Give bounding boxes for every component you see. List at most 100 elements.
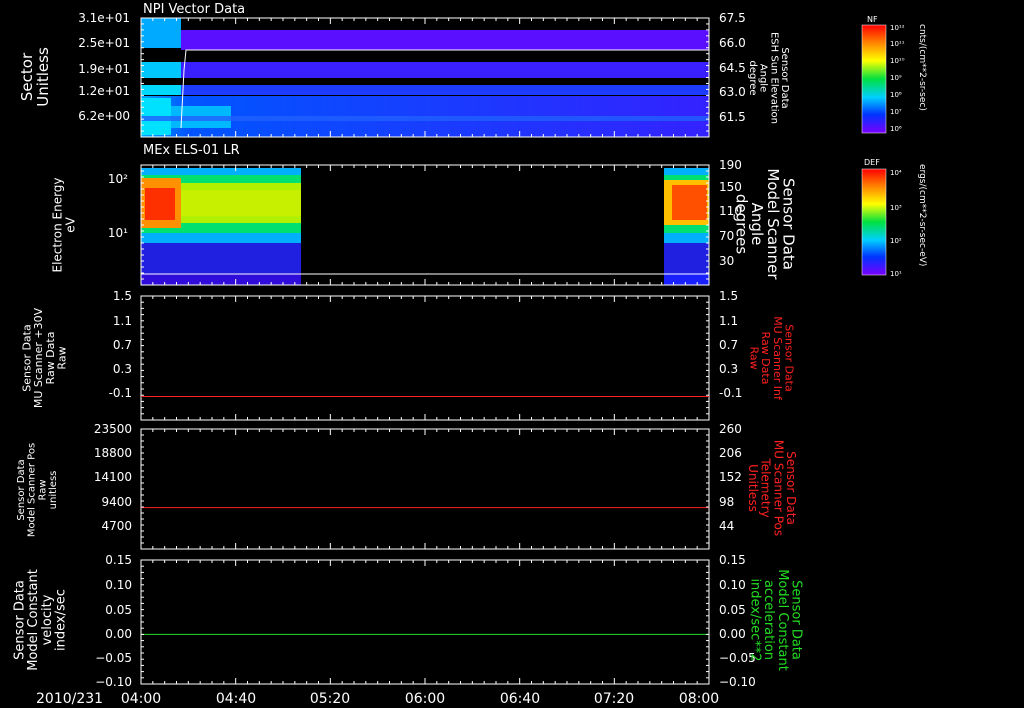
panel-scanner-pos: 23500 18800 14100 9400 4700 260 206 152 … — [16, 422, 798, 550]
axis-label-text: Sensor DataESH Sun ElevationAngledegree — [747, 32, 790, 124]
y-tick: 4700 — [101, 519, 132, 533]
y2-tick: 63.0 — [719, 85, 746, 99]
axis-label-line: ESH Sun Elevation — [768, 32, 779, 124]
y2-tick: 66.0 — [719, 36, 746, 50]
colorbar-ticks: 10⁴ 10³ 10² 10¹ — [890, 169, 902, 278]
colorbar-nf: NF 10¹² 10¹¹ 10¹⁰ 10⁹ 10⁸ 10⁷ 10⁶ cnts/(… — [861, 15, 927, 134]
panel-npi-title: NPI Vector Data — [143, 2, 245, 17]
panel-model-constant-left-ticks: 0.15 0.10 0.05 0.00 −0.05 −0.10 — [95, 553, 132, 689]
y-tick: 10² — [108, 172, 128, 186]
y2-tick: 260 — [719, 422, 742, 436]
colorbar-units: cnts/(cm**2-sr-sec) — [917, 24, 927, 111]
y-tick: −0.10 — [95, 675, 132, 689]
y-tick: 23500 — [94, 422, 132, 436]
y2-axis-label: Sensor DataModel ScannerAngledegrees — [732, 168, 797, 280]
axis-label-line: Unitless — [746, 464, 760, 512]
y-axis-label: Electron EnergyeV — [51, 177, 78, 272]
axis-label-line: Sensor Data — [16, 459, 27, 520]
axis-label-line: degrees — [732, 194, 750, 255]
y-tick: 1.9e+01 — [78, 62, 130, 76]
x-tick-label: 04:00 — [121, 691, 161, 707]
y-axis-label: Sensor DataMU Scanner +30VRaw DataRaw — [21, 307, 69, 408]
x-tick-label: 04:40 — [216, 691, 256, 707]
axis-label-line: degree — [747, 60, 758, 95]
axis-label-line: index/sec**2 — [748, 578, 763, 661]
colorbar-gradient — [861, 24, 887, 134]
colorbar-def: DEF 10⁴ 10³ 10² 10¹ ergs/(cm**2-sr-sec-e… — [861, 158, 927, 278]
panel-mu-30v: 1.5 1.1 0.7 0.3 -0.1 1.5 1.1 0.7 0.3 -0.… — [21, 289, 796, 421]
y2-tick: 1.5 — [719, 289, 738, 303]
y-tick: 0.15 — [105, 553, 132, 567]
axis-label-text: Sensor DataModel Constantaccelerationind… — [748, 569, 804, 671]
y-tick: 14100 — [94, 470, 132, 484]
plot-canvas: NPI Vector Data 3.1e+01 2.5e+01 1.9e+01 … — [13, 2, 928, 707]
y-tick: 3.1e+01 — [78, 11, 130, 25]
colorbar-tick: 10³ — [890, 204, 902, 212]
y-tick: 1.1 — [113, 314, 132, 328]
colorbar-label: NF — [867, 15, 878, 24]
y-tick: 1.5 — [113, 289, 132, 303]
colorbar-units: ergs/(cm**2-sr-sec-eV) — [917, 164, 927, 266]
colorbar-tick: 10⁹ — [890, 74, 902, 82]
y-axis-label: Sensor DataModel Constantvelocityindex/s… — [13, 569, 69, 671]
panel-scanner-pos-left-ticks: 23500 18800 14100 9400 4700 — [94, 422, 132, 533]
y-tick: 0.00 — [105, 627, 132, 641]
time-axis: 2010/231 04:00 04:40 05:20 06:00 06:40 0… — [36, 691, 719, 707]
colorbar-ticks: 10¹² 10¹¹ 10¹⁰ 10⁹ 10⁸ 10⁷ 10⁶ — [890, 24, 905, 133]
y2-axis-label: Sensor DataModel Constantaccelerationind… — [748, 569, 804, 671]
axis-label-line: unitless — [48, 471, 59, 510]
colorbar-tick: 10¹² — [890, 24, 905, 32]
panel-els-left-ticks: 10² 10¹ — [108, 172, 128, 240]
y-tick: 10¹ — [108, 226, 128, 240]
colorbar-tick: 10⁸ — [890, 91, 902, 99]
y2-tick: 0.15 — [719, 553, 746, 567]
y-tick: 0.7 — [113, 338, 132, 352]
y2-tick: 152 — [719, 470, 742, 484]
colorbar-tick: 10⁶ — [890, 125, 902, 133]
panel-npi-right-ticks: 67.5 66.0 64.5 63.0 61.5 — [719, 11, 746, 124]
y2-tick: 44 — [719, 519, 734, 533]
axis-label-text: Sensor DataMU Scanner +30VRaw DataRaw — [21, 307, 69, 408]
y-tick: 9400 — [101, 495, 132, 509]
axis-label-text: Electron EnergyeV — [51, 177, 78, 272]
y2-tick: 67.5 — [719, 11, 746, 25]
panel-mu-30v-right-ticks: 1.5 1.1 0.7 0.3 -0.1 — [719, 289, 742, 400]
panel-npi-left-ticks: 3.1e+01 2.5e+01 1.9e+01 1.2e+01 6.2e+00 — [78, 11, 130, 123]
axis-label-text: SectorUnitless — [18, 47, 52, 107]
axis-label-line: Raw — [748, 346, 761, 369]
y2-axis-label: Sensor DataESH Sun ElevationAngledegree — [747, 32, 790, 124]
axis-label-text: Sensor DataModel ScannerAngledegrees — [732, 168, 797, 280]
y-tick: 0.10 — [105, 578, 132, 592]
y2-tick: 0.7 — [719, 338, 738, 352]
axis-label-line: Raw — [37, 479, 48, 500]
colorbar-tick: 10¹⁰ — [890, 57, 905, 65]
y-tick: 6.2e+00 — [78, 109, 130, 123]
axis-label-line: index/sec — [54, 589, 69, 651]
y-tick: 2.5e+01 — [78, 36, 130, 50]
y2-tick: 0.10 — [719, 578, 746, 592]
date-label: 2010/231 — [36, 691, 103, 707]
y-tick: 0.3 — [113, 362, 132, 376]
axis-label-line: Unitless — [34, 47, 52, 107]
y2-tick: 70 — [719, 229, 734, 243]
panel-mu-30v-left-ticks: 1.5 1.1 0.7 0.3 -0.1 — [109, 289, 132, 400]
y2-tick: 150 — [719, 180, 742, 194]
y2-axis-label: Sensor DataMU Scanner InfRaw DataRaw — [748, 316, 796, 401]
panel-scanner-pos-frame — [140, 428, 710, 550]
x-tick-label: 06:00 — [405, 691, 445, 707]
y2-tick: 64.5 — [719, 61, 746, 75]
axis-label-text: Sensor DataModel Scanner PosRawunitless — [16, 443, 59, 537]
y2-tick: −0.10 — [719, 675, 756, 689]
y-axis-label: SectorUnitless — [18, 47, 52, 107]
y-axis-label: Sensor DataModel Scanner PosRawunitless — [16, 443, 59, 537]
panel-scanner-pos-right-ticks: 260 206 152 98 44 — [719, 422, 742, 533]
y2-tick: 98 — [719, 495, 734, 509]
colorbar-tick: 10¹ — [890, 270, 902, 278]
y2-tick: 1.1 — [719, 314, 738, 328]
y-tick: 1.2e+01 — [78, 84, 130, 98]
axis-label-line: Model Scanner Pos — [27, 443, 38, 537]
panel-els-title: MEx ELS-01 LR — [143, 143, 240, 158]
y2-tick: -0.1 — [719, 386, 742, 400]
x-tick-label: 07:20 — [594, 691, 634, 707]
y2-tick: 206 — [719, 446, 742, 460]
